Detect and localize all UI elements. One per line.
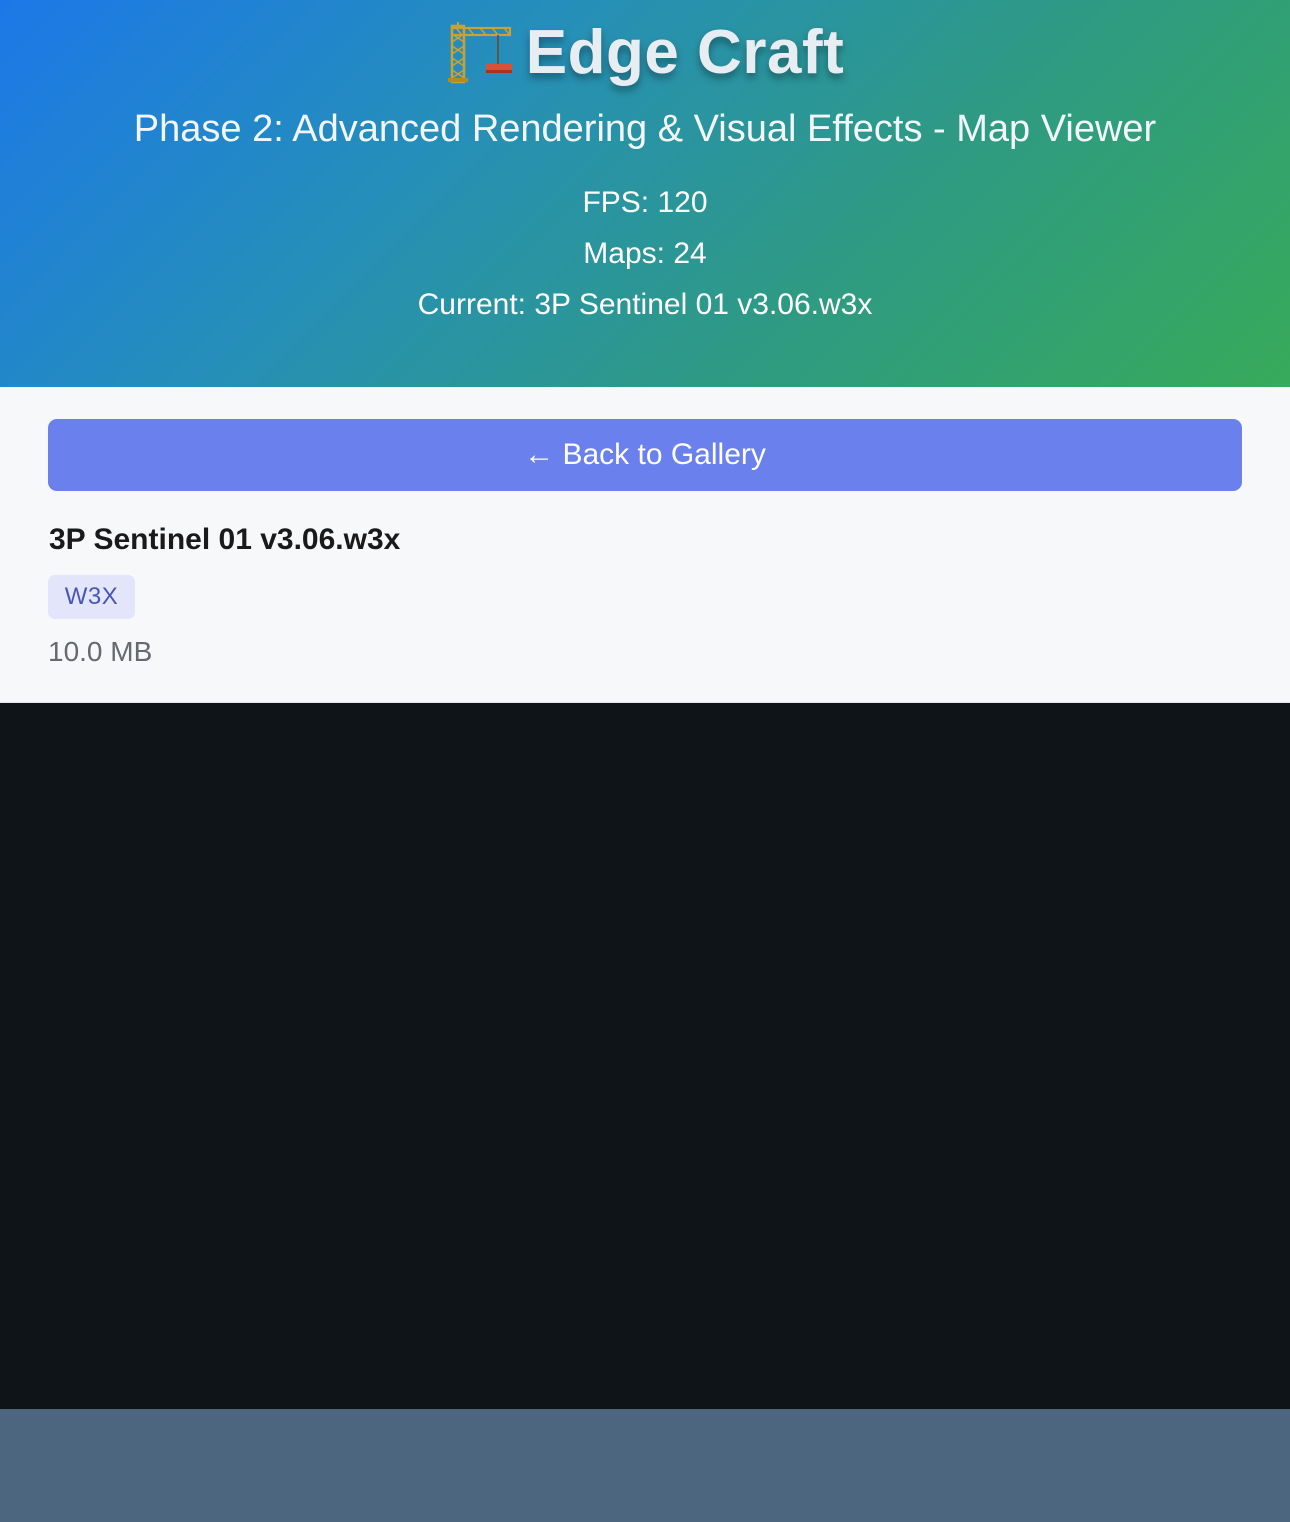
construction-crane-icon [446,20,514,84]
current-map: Current: 3P Sentinel 01 v3.06.w3x [417,288,873,321]
file-size: 10.0 MB [48,636,153,667]
map-render-viewport[interactable] [0,703,1290,1409]
map-info-panel: ← Back to Gallery 3P Sentinel 01 v3.06.w… [0,387,1290,703]
back-to-gallery-button[interactable]: ← Back to Gallery [48,419,1242,491]
maps-count: Maps: 24 [583,237,707,270]
bottom-bar [0,1409,1290,1522]
app-title: Edge Craft [525,17,845,87]
title-row: Edge Craft [0,14,1290,90]
format-badge: W3X [48,575,135,619]
map-name-heading: 3P Sentinel 01 v3.06.w3x [49,523,401,556]
page-subtitle: Phase 2: Advanced Rendering & Visual Eff… [133,108,1157,150]
app-header: Edge Craft Phase 2: Advanced Rendering &… [0,0,1290,387]
fps-counter: FPS: 120 [582,186,708,219]
